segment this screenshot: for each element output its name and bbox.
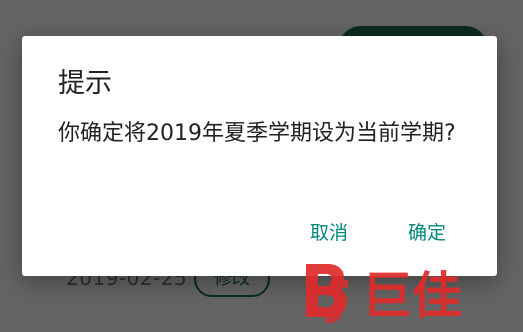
watermark-text: 巨佳: [362, 267, 462, 325]
confirm-button[interactable]: 确定: [408, 218, 446, 248]
cancel-button[interactable]: 取消: [310, 218, 348, 248]
watermark-logo: 巨佳: [306, 264, 462, 325]
confirm-dialog: 提示 你确定将2019年夏季学期设为当前学期? 取消 确定: [22, 36, 497, 276]
dialog-title: 提示: [58, 68, 112, 99]
logo-mark-icon: [306, 264, 348, 323]
dialog-message: 你确定将2019年夏季学期设为当前学期?: [58, 121, 456, 146]
